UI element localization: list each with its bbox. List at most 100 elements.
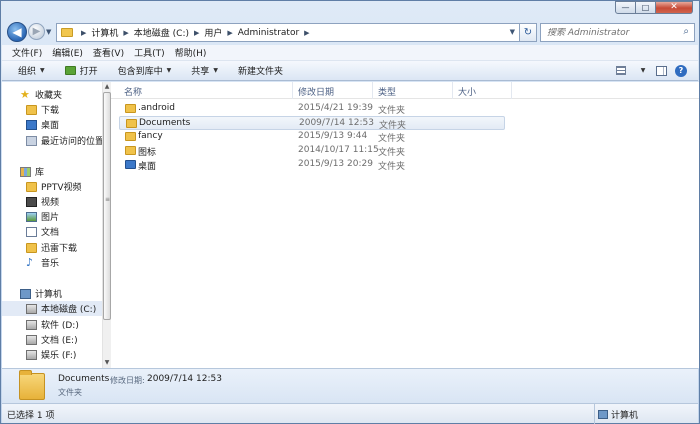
status-divider: [594, 404, 595, 424]
menu-edit[interactable]: 编辑(E): [52, 46, 83, 59]
nav-favorites-label: 收藏夹: [35, 91, 63, 101]
organize-button[interactable]: 组织 ▼: [18, 64, 45, 77]
computer-icon: [20, 288, 31, 299]
back-button[interactable]: ◀: [7, 22, 27, 42]
chevron-down-icon: ▼: [640, 67, 646, 74]
music-note-icon: ♪: [26, 255, 34, 269]
minimize-button[interactable]: —: [615, 1, 636, 14]
nav-item-drive-f[interactable]: 娱乐 (F:): [2, 347, 103, 362]
search-input[interactable]: [547, 27, 677, 38]
drive-icon: [26, 334, 37, 345]
nav-item-label: 图片: [41, 213, 60, 223]
nav-item-videos[interactable]: 视频: [2, 194, 103, 209]
include-in-library-button[interactable]: 包含到库中 ▼: [118, 64, 172, 77]
share-button[interactable]: 共享 ▼: [191, 64, 218, 77]
scroll-down-arrow[interactable]: ▼: [103, 358, 111, 368]
maximize-button[interactable]: □: [636, 1, 656, 14]
menu-view[interactable]: 查看(V): [93, 46, 124, 59]
column-header-modified[interactable]: 修改日期: [298, 85, 334, 98]
nav-item-drive-e[interactable]: 文档 (E:): [2, 332, 103, 347]
chevron-right-icon[interactable]: ▶: [194, 29, 199, 37]
navigation-pane: ★ 收藏夹 下载 桌面 最近访问的位置 库 PPTV视频 视频 图片 文档 迅雷…: [2, 82, 103, 368]
open-button[interactable]: 打开: [64, 64, 98, 77]
libraries-icon: [20, 166, 31, 177]
nav-item-label: PPTV视频: [41, 183, 82, 193]
breadcrumb-users[interactable]: 用户: [204, 26, 222, 39]
forward-button[interactable]: ▶: [28, 23, 45, 40]
status-location-label: 计算机: [611, 411, 639, 421]
file-name: 图标: [138, 148, 157, 158]
nav-item-label: 视频: [41, 198, 60, 208]
column-header-type[interactable]: 类型: [378, 85, 396, 98]
refresh-icon: ↻: [523, 27, 533, 38]
help-button[interactable]: ?: [674, 64, 688, 77]
column-divider[interactable]: [511, 82, 512, 99]
file-modified: 2015/9/13 20:29: [298, 159, 373, 169]
new-folder-button[interactable]: 新建文件夹: [238, 64, 283, 77]
chevron-right-icon[interactable]: ▶: [81, 29, 86, 37]
menu-file[interactable]: 文件(F): [12, 46, 42, 59]
nav-item-recent-places[interactable]: 最近访问的位置: [2, 133, 103, 148]
change-view-button[interactable]: [614, 64, 628, 77]
address-history-dropdown[interactable]: ▼: [510, 28, 515, 36]
nav-item-pptv-video[interactable]: PPTV视频: [2, 179, 103, 194]
nav-item-documents[interactable]: 文档: [2, 224, 103, 239]
column-header-size[interactable]: 大小: [458, 85, 476, 98]
file-type: 文件夹: [378, 162, 406, 172]
computer-icon: [598, 410, 608, 419]
folder-icon: [26, 181, 37, 192]
recent-pages-dropdown[interactable]: ▼: [46, 28, 51, 36]
file-name: fancy: [138, 131, 163, 141]
navigation-pane-scrollbar[interactable]: ▲ ≡ ▼: [102, 82, 111, 368]
scrollbar-thumb[interactable]: ≡: [103, 92, 111, 320]
chevron-right-icon[interactable]: ▶: [304, 29, 309, 37]
nav-favorites[interactable]: ★ 收藏夹: [2, 87, 103, 102]
command-bar: 组织 ▼ 打开 包含到库中 ▼ 共享 ▼ 新建文件夹 ▼ ?: [2, 61, 698, 81]
nav-libraries[interactable]: 库: [2, 164, 103, 179]
include-in-library-label: 包含到库中: [117, 67, 163, 77]
chevron-right-icon[interactable]: ▶: [123, 29, 128, 37]
column-divider[interactable]: [372, 82, 373, 99]
breadcrumb-local-disk[interactable]: 本地磁盘 (C:): [134, 26, 189, 39]
search-box[interactable]: ⌕: [540, 23, 695, 42]
file-row[interactable]: .android 2015/4/21 19:39 文件夹: [119, 102, 505, 116]
search-icon[interactable]: ⌕: [683, 26, 689, 37]
open-icon: [64, 66, 76, 75]
details-modified-label: 修改日期:: [110, 376, 145, 385]
nav-item-music[interactable]: ♪ 音乐: [2, 255, 103, 270]
file-row[interactable]: 桌面 2015/9/13 20:29 文件夹: [119, 158, 505, 172]
scroll-up-arrow[interactable]: ▲: [103, 82, 111, 92]
nav-item-thunder-downloads[interactable]: 迅雷下载: [2, 240, 103, 255]
drive-icon: [26, 349, 37, 360]
menu-tools[interactable]: 工具(T): [134, 46, 165, 59]
nav-item-drive-c[interactable]: 本地磁盘 (C:): [2, 301, 103, 316]
nav-item-drive-d[interactable]: 软件 (D:): [2, 317, 103, 332]
nav-item-label: 最近访问的位置: [41, 137, 103, 147]
view-options-dropdown[interactable]: ▼: [634, 64, 648, 77]
column-divider[interactable]: [452, 82, 453, 99]
file-modified: 2009/7/14 12:53: [299, 118, 374, 128]
nav-item-label: 音乐: [41, 259, 60, 269]
file-row[interactable]: fancy 2015/9/13 9:44 文件夹: [119, 130, 505, 144]
refresh-button[interactable]: ↻: [520, 23, 537, 42]
chevron-right-icon[interactable]: ▶: [227, 29, 232, 37]
file-name: .android: [138, 103, 176, 113]
nav-computer[interactable]: 计算机: [2, 286, 103, 301]
nav-item-downloads[interactable]: 下载: [2, 102, 103, 117]
back-arrow-icon: ◀: [12, 25, 22, 39]
file-list: 名称 修改日期 类型 大小 .android 2015/4/21 19:39 文…: [111, 82, 699, 368]
file-name: 桌面: [138, 162, 157, 172]
breadcrumb-computer[interactable]: 计算机: [91, 26, 118, 39]
address-bar[interactable]: ▶ 计算机 ▶ 本地磁盘 (C:) ▶ 用户 ▶ Administrator ▶…: [56, 23, 520, 42]
file-row[interactable]: 图标 2014/10/17 11:15 文件夹: [119, 144, 505, 158]
nav-item-desktop[interactable]: 桌面: [2, 117, 103, 132]
column-header-name[interactable]: 名称: [124, 85, 142, 98]
file-row-selected[interactable]: Documents 2009/7/14 12:53 文件夹: [119, 116, 505, 131]
menu-help[interactable]: 帮助(H): [175, 46, 207, 59]
breadcrumb-administrator[interactable]: Administrator: [238, 28, 299, 38]
nav-item-pictures[interactable]: 图片: [2, 209, 103, 224]
column-divider[interactable]: [292, 82, 293, 99]
close-button[interactable]: ✕: [656, 1, 693, 14]
preview-pane-button[interactable]: [654, 64, 668, 77]
column-headers: 名称 修改日期 类型 大小: [111, 82, 699, 99]
